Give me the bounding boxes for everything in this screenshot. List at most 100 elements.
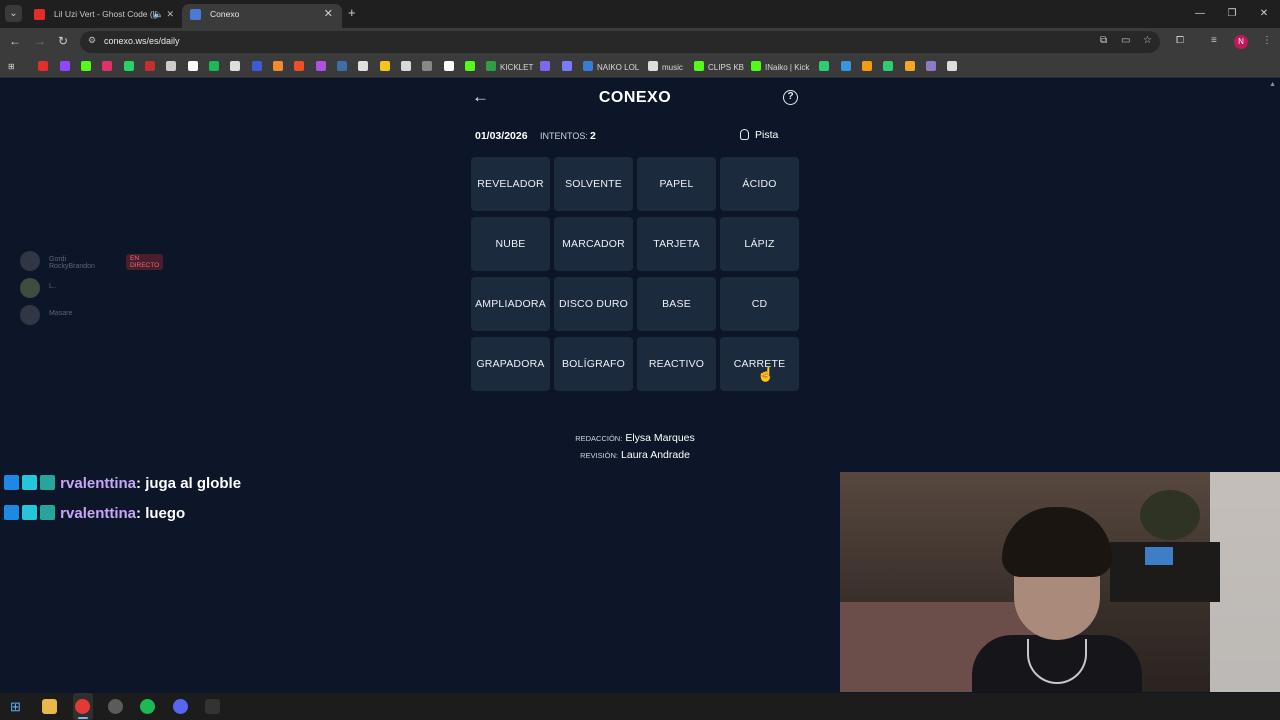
bookmark-icon[interactable]: [883, 61, 893, 71]
word-card[interactable]: SOLVENTE: [554, 157, 633, 211]
hint-label: Pista: [755, 129, 779, 141]
webcam-plant: [1140, 490, 1200, 540]
back-arrow-icon[interactable]: ←: [472, 87, 489, 107]
windows-start-icon[interactable]: ⊞: [10, 699, 25, 714]
word-card[interactable]: CD: [720, 277, 799, 331]
close-window-button[interactable]: ✕: [1248, 0, 1280, 28]
bookmark-star-icon[interactable]: ☆: [1143, 35, 1152, 46]
instagram-icon[interactable]: [102, 61, 112, 71]
bookmark-naiko-kick[interactable]: INaiko | Kick: [751, 61, 809, 73]
back-icon[interactable]: ←: [9, 34, 21, 48]
tiktok-icon[interactable]: [188, 61, 198, 71]
minimize-button[interactable]: —: [1184, 0, 1216, 28]
translate-icon[interactable]: ⧉: [1100, 35, 1107, 46]
steam-icon[interactable]: [230, 61, 240, 71]
hint-button[interactable]: Pista: [740, 129, 778, 141]
bookmark-icon[interactable]: [465, 61, 475, 71]
youtube-icon[interactable]: [38, 61, 48, 71]
bookmark-icon[interactable]: [422, 61, 432, 71]
profile-avatar[interactable]: N: [1234, 35, 1248, 49]
bookmark-icon[interactable]: [316, 61, 326, 71]
music-icon: [648, 61, 658, 71]
bookmark-icon[interactable]: [358, 61, 368, 71]
cast-icon[interactable]: ▭: [1121, 35, 1130, 46]
word-card[interactable]: MARCADOR: [554, 217, 633, 271]
restore-button[interactable]: ❐: [1216, 0, 1248, 28]
forward-icon[interactable]: →: [34, 34, 46, 48]
omnibox[interactable]: ⚙ conexo.ws/es/daily: [80, 31, 1160, 53]
bookmark-clips-kb[interactable]: CLIPS KB: [694, 61, 744, 73]
bookmark-music[interactable]: music: [648, 61, 683, 73]
app-icon[interactable]: [205, 699, 220, 714]
bookmark-icon[interactable]: [947, 61, 957, 71]
word-card[interactable]: DISCO DURO: [554, 277, 633, 331]
spotify-icon[interactable]: [140, 699, 155, 714]
page-title: CONEXO: [598, 89, 672, 106]
bookmark-icon[interactable]: [540, 61, 550, 71]
close-icon[interactable]: ✕: [324, 4, 333, 24]
word-card[interactable]: BASE: [637, 277, 716, 331]
tab-title: Conexo: [210, 9, 240, 19]
chat-username: rvalenttina: [60, 505, 137, 522]
apps-icon[interactable]: ⊞: [8, 61, 15, 73]
reload-icon[interactable]: ↻: [58, 34, 68, 48]
bookmark-icon[interactable]: [380, 61, 390, 71]
word-card[interactable]: TARJETA: [637, 217, 716, 271]
word-card[interactable]: NUBE: [471, 217, 550, 271]
bookmark-icon[interactable]: [273, 61, 283, 71]
bookmark-icon[interactable]: [252, 61, 262, 71]
word-card[interactable]: PAPEL: [637, 157, 716, 211]
bookmark-icon[interactable]: [444, 61, 454, 71]
bookmark-icon[interactable]: [337, 61, 347, 71]
chrome-icon[interactable]: [75, 699, 90, 714]
twitch-icon[interactable]: [60, 61, 70, 71]
avatar: [20, 278, 40, 298]
bookmark-naiko-lol[interactable]: NAIKO LOL: [583, 61, 639, 73]
discord-avatar: [20, 251, 40, 271]
url-text[interactable]: conexo.ws/es/daily: [104, 36, 180, 46]
streamer: [972, 507, 1142, 692]
bookmark-icon[interactable]: [294, 61, 304, 71]
bookmark-icon[interactable]: [841, 61, 851, 71]
whatsapp-icon[interactable]: [124, 61, 134, 71]
word-card[interactable]: BOLÍGRAFO: [554, 337, 633, 391]
bookmark-icon[interactable]: [562, 61, 572, 71]
word-card[interactable]: GRAPADORA: [471, 337, 550, 391]
tab-title: Lil Uzi Vert - Ghost Code (le: [54, 9, 160, 19]
bookmark-icon[interactable]: [926, 61, 936, 71]
word-card[interactable]: AMPLIADORA: [471, 277, 550, 331]
address-toolbar: ← → ↻ ⚙ conexo.ws/es/daily ⧉ ▭ ☆ ⧠ ≡ ⋮: [0, 28, 1280, 56]
file-explorer-icon[interactable]: [42, 699, 57, 714]
tab-conexo[interactable]: Conexo ✕: [182, 4, 342, 28]
pinterest-icon[interactable]: [145, 61, 155, 71]
word-card[interactable]: ÁCIDO: [720, 157, 799, 211]
scroll-up-icon[interactable]: ▲: [1269, 81, 1276, 88]
tab-search-button[interactable]: ⌄: [5, 5, 22, 22]
menu-icon[interactable]: ⋮: [1262, 35, 1272, 46]
audio-icon[interactable]: 🔈 ✕: [153, 4, 174, 24]
word-card[interactable]: LÁPIZ: [720, 217, 799, 271]
discord-icon[interactable]: [173, 699, 188, 714]
attempts-label: INTENTOS:: [540, 131, 588, 141]
spotify-icon[interactable]: [209, 61, 219, 71]
bookmark-icon[interactable]: [401, 61, 411, 71]
chat-message: rvalenttina: juga al globle: [4, 471, 264, 496]
word-card[interactable]: REACTIVO: [637, 337, 716, 391]
bookmark-kicklet[interactable]: KICKLET: [486, 61, 533, 73]
tab-youtube[interactable]: Lil Uzi Vert - Ghost Code (le 🔈 ✕: [26, 4, 182, 28]
obs-icon[interactable]: [108, 699, 123, 714]
kick-icon[interactable]: [81, 61, 91, 71]
new-tab-button[interactable]: +: [348, 5, 356, 20]
word-card[interactable]: REVELADOR: [471, 157, 550, 211]
bookmark-icon[interactable]: [905, 61, 915, 71]
site-info-icon[interactable]: ⚙: [88, 35, 96, 46]
extensions-icon[interactable]: ⧠: [1176, 35, 1184, 46]
browser-tab-bar: ⌄ Lil Uzi Vert - Ghost Code (le 🔈 ✕ Cone…: [0, 0, 1280, 28]
bookmark-icon[interactable]: [819, 61, 829, 71]
media-icon[interactable]: ≡: [1211, 35, 1217, 46]
x-icon[interactable]: [166, 61, 176, 71]
help-icon[interactable]: ?: [783, 90, 798, 105]
badge-icon: [40, 475, 55, 490]
bookmark-icon[interactable]: [862, 61, 872, 71]
mouse-pointer-icon: ☝: [757, 366, 775, 382]
